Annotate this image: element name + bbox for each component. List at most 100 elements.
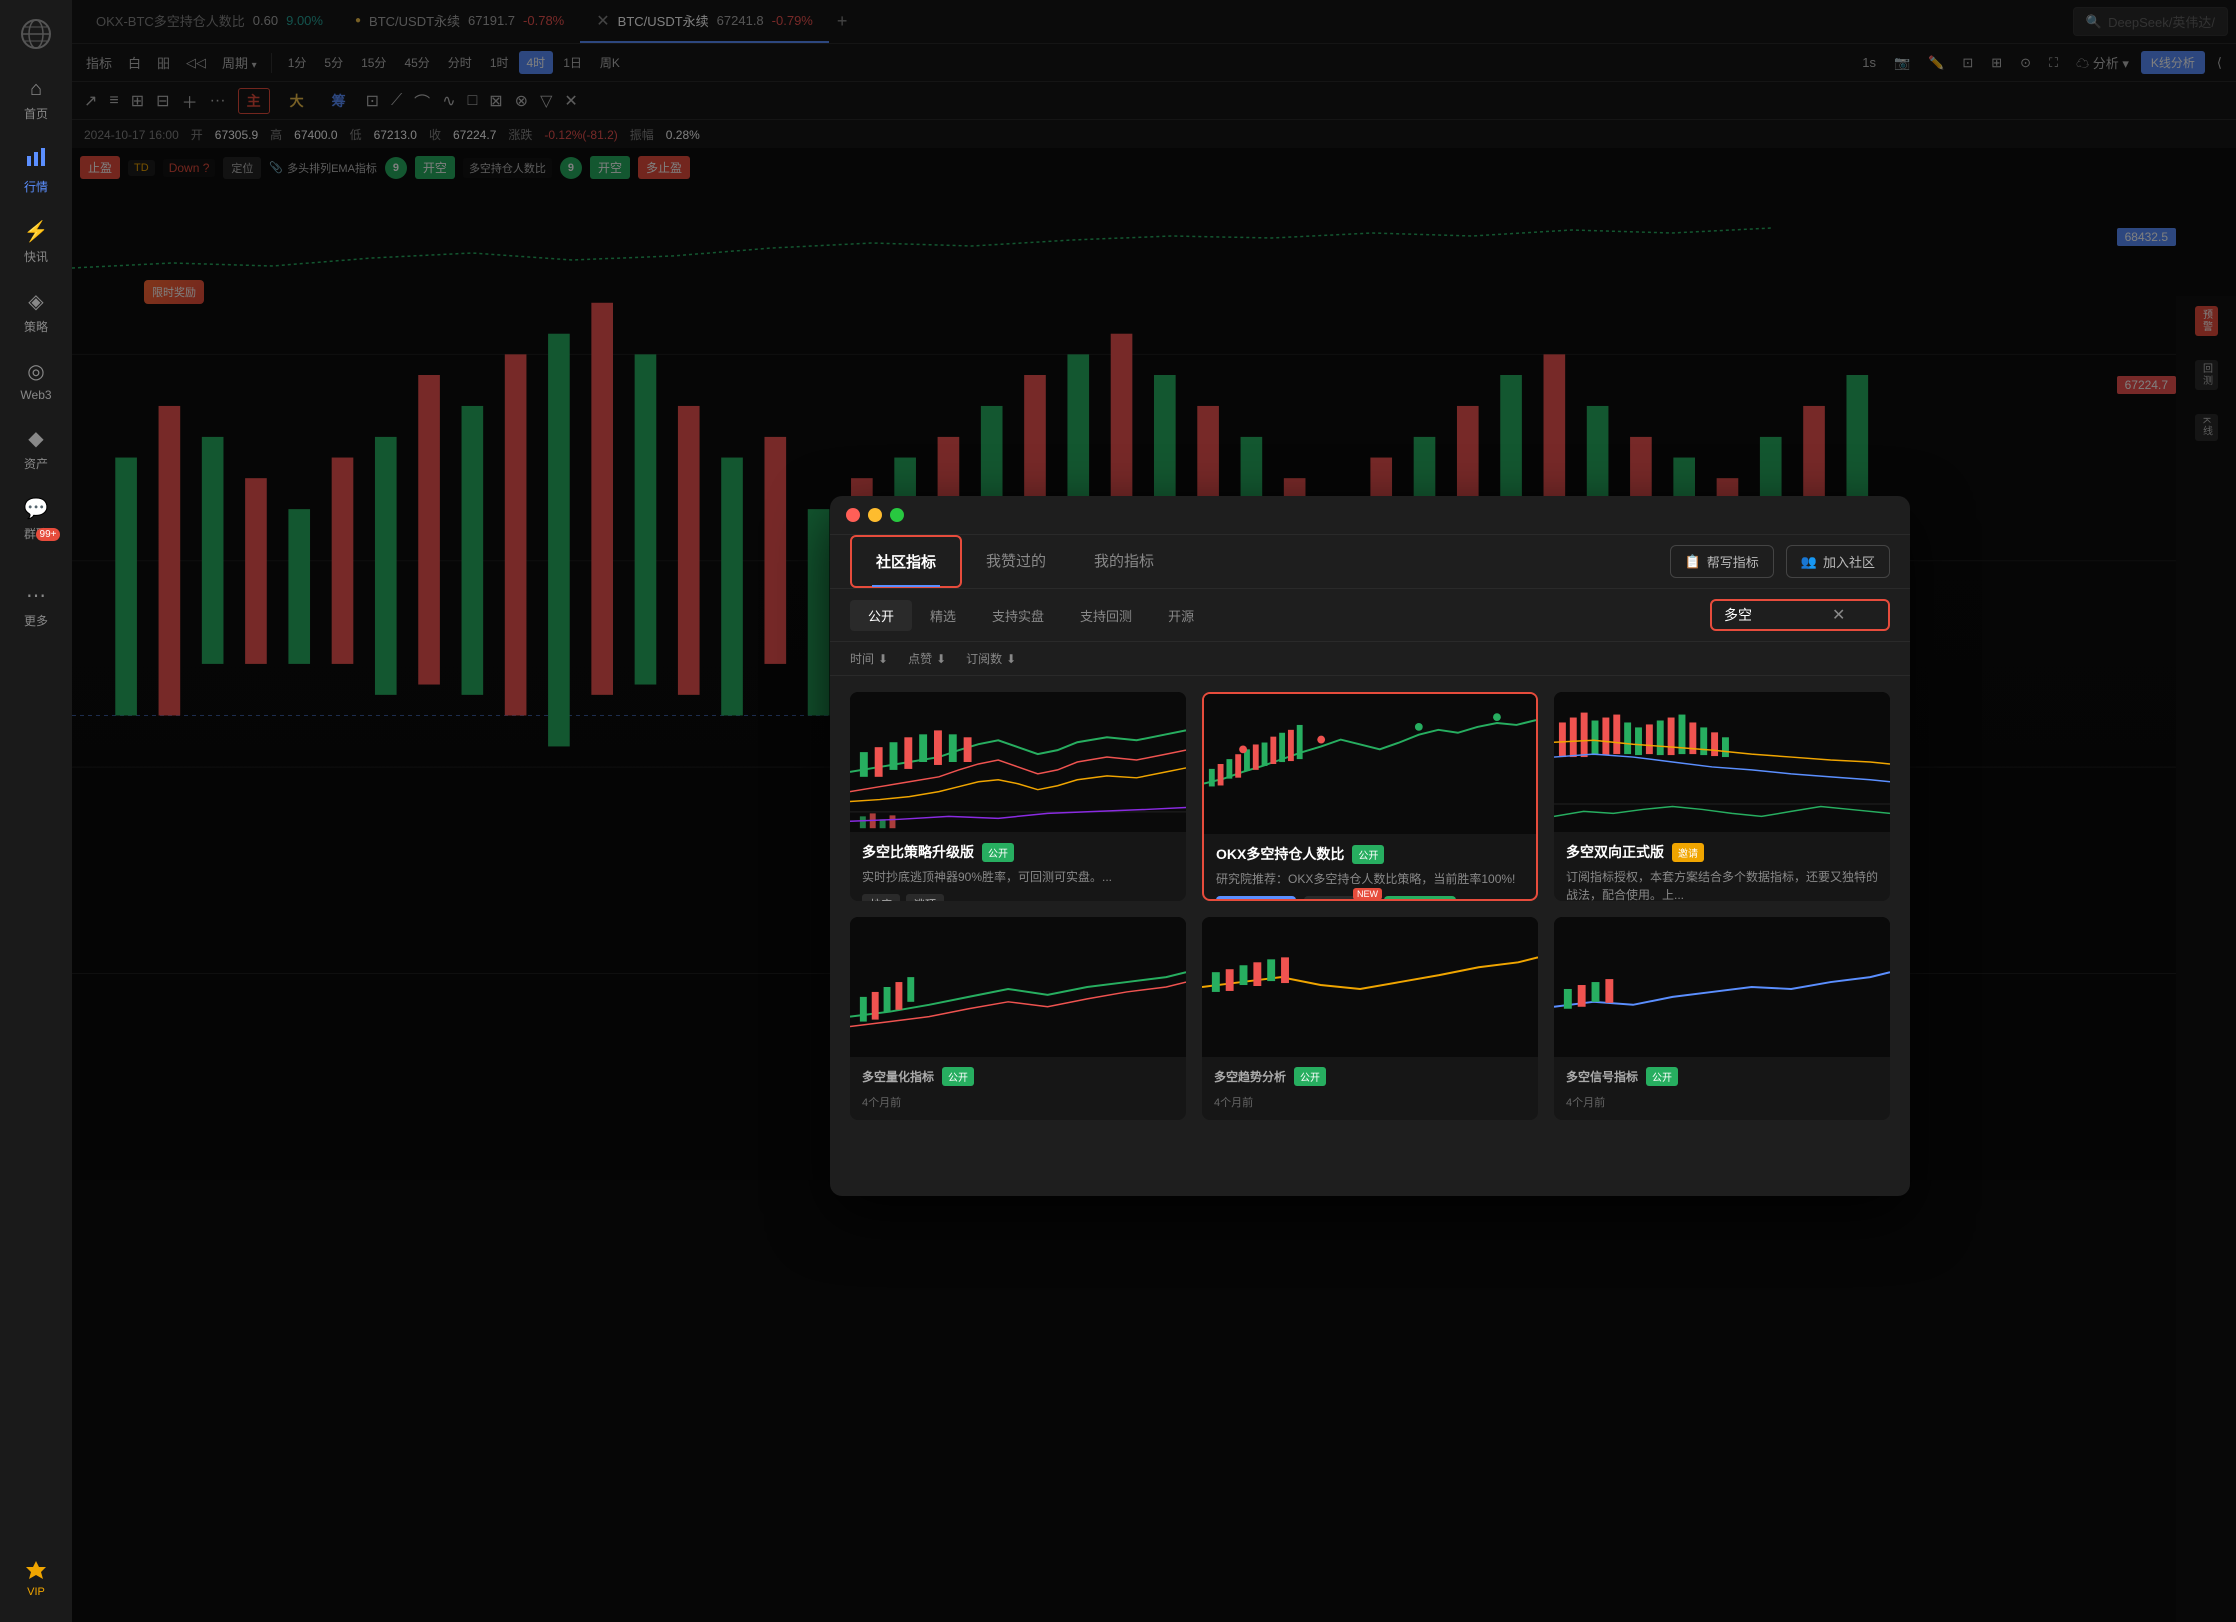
sort-bar: 时间 ⬇ 点赞 ⬇ 订阅数 ⬇ [830,642,1910,676]
card4-badge: 公开 [942,1067,974,1086]
news-icon: ⚡ [24,219,49,244]
sort-likes-label: 点赞 [908,650,932,667]
card-strategy-upgrade[interactable]: 多空比策略升级版 公开 实时抄底逃顶神器90%胜率，可回测可实盘。... 抄底 … [850,692,1186,901]
card4-meta: 4个月前 [862,1094,901,1110]
sort-by-subs[interactable]: 订阅数 ⬇ [966,650,1016,667]
card1-tag-2: 逃顶 [906,894,944,901]
live-run-btn[interactable]: 实盘运行 [1384,896,1456,901]
card6-title: 多空信号指标 [1566,1068,1638,1085]
card3-thumb [1554,692,1890,832]
sidebar-label-news: 快讯 [24,248,48,265]
new-badge-icon: NEW [1353,888,1382,900]
card-dual-direction[interactable]: 多空双向正式版 邀请 订阅指标授权，本套方案结合多个数据指标，还要又独特的战法，… [1554,692,1890,901]
tab-mine-label: 我的指标 [1094,553,1154,570]
chat-badge: 99+ [36,528,61,541]
card2-thumb [1204,694,1536,834]
card1-badge: 公开 [982,843,1014,862]
sort-by-time[interactable]: 时间 ⬇ [850,650,888,667]
card4-info: 多空量化指标 公开 4个月前 [850,1057,1186,1120]
filter-backtest[interactable]: 支持回测 [1062,600,1150,631]
sidebar-label-more: 更多 [24,612,48,629]
card-row2-3[interactable]: 多空信号指标 公开 4个月前 [1554,917,1890,1120]
card5-meta: 4个月前 [1214,1094,1253,1110]
globe-icon[interactable] [12,10,60,58]
show-kline-btn[interactable]: 显示到K线 [1216,896,1296,901]
card4-footer: 4个月前 [862,1094,1174,1110]
card5-title-row: 多空趋势分析 公开 [1214,1067,1526,1086]
market-icon [25,146,47,174]
modal-tab-community[interactable]: 社区指标 [850,535,962,588]
card3-desc: 订阅指标授权，本套方案结合多个数据指标，还要又独特的战法，配合使用。上... [1566,868,1878,901]
chat-icon: 💬 [24,496,49,521]
filter-search-box[interactable]: ✕ [1710,599,1890,631]
card5-title: 多空趋势分析 [1214,1068,1286,1085]
card6-info: 多空信号指标 公开 4个月前 [1554,1057,1890,1120]
strategy-icon: ◈ [28,289,43,314]
card6-meta: 4个月前 [1566,1094,1605,1110]
modal-overlay[interactable]: 社区指标 我赞过的 我的指标 📋 帮写指标 👥 加入社区 公开 [72,0,2236,1622]
modal-action-btns: 📋 帮写指标 👥 加入社区 [1670,545,1890,578]
sidebar-item-news[interactable]: ⚡ 快讯 [0,207,72,277]
modal-tab-mine[interactable]: 我的指标 [1070,536,1178,587]
sidebar-label-assets: 资产 [24,455,48,472]
sidebar-item-market[interactable]: 行情 [0,134,72,207]
sidebar: ⌂ 首页 行情 ⚡ 快讯 ◈ 策略 ◎ Web3 ◆ 资产 💬 群聊 99+ ⋯… [0,0,72,1622]
sidebar-item-assets[interactable]: ◆ 资产 [0,414,72,484]
card1-tag-1: 抄底 [862,894,900,901]
sidebar-item-more[interactable]: ⋯ 更多 [0,571,72,641]
maximize-window-btn[interactable] [890,508,904,522]
card4-thumb [850,917,1186,1057]
card2-title: OKX多空持仓人数比 [1216,844,1344,864]
card-okx-ratio[interactable]: OKX多空持仓人数比 公开 研究院推荐：OKX多空持仓人数比策略，当前胜率100… [1202,692,1538,901]
card2-badge: 公开 [1352,845,1384,864]
sidebar-label-market: 行情 [24,178,48,195]
join-icon: 👥 [1801,554,1817,570]
card2-title-row: OKX多空持仓人数比 公开 [1216,844,1524,864]
tab-community-label: 社区指标 [876,554,936,571]
modal-titlebar [830,496,1910,535]
card6-badge: 公开 [1646,1067,1678,1086]
card6-footer: 4个月前 [1566,1094,1878,1110]
sidebar-item-strategy[interactable]: ◈ 策略 [0,277,72,347]
indicator-modal: 社区指标 我赞过的 我的指标 📋 帮写指标 👥 加入社区 公开 [830,496,1910,1196]
vip-section[interactable]: VIP [24,1558,48,1598]
sort-subs-label: 订阅数 [966,650,1002,667]
card1-tags: 抄底 逃顶 [862,894,1174,901]
sort-likes-arrow: ⬇ [936,652,946,666]
card5-footer: 4个月前 [1214,1094,1526,1110]
card1-title: 多空比策略升级版 [862,842,974,862]
card-row2-2[interactable]: 多空趋势分析 公开 4个月前 [1202,917,1538,1120]
filter-public[interactable]: 公开 [850,600,912,631]
sort-subs-arrow: ⬇ [1006,652,1016,666]
card-row2-1[interactable]: 多空量化指标 公开 4个月前 [850,917,1186,1120]
filter-featured[interactable]: 精选 [912,600,974,631]
card5-badge: 公开 [1294,1067,1326,1086]
minimize-window-btn[interactable] [868,508,882,522]
join-community-label: 加入社区 [1823,552,1875,571]
filter-opensource[interactable]: 开源 [1150,600,1212,631]
sort-by-likes[interactable]: 点赞 ⬇ [908,650,946,667]
sidebar-item-web3[interactable]: ◎ Web3 [0,347,72,414]
card1-info: 多空比策略升级版 公开 实时抄底逃顶神器90%胜率，可回测可实盘。... 抄底 … [850,832,1186,901]
vip-label: VIP [27,1586,45,1598]
close-window-btn[interactable] [846,508,860,522]
search-input[interactable] [1724,607,1824,623]
card2-desc: 研究院推荐：OKX多空持仓人数比策略，当前胜率100%! [1216,870,1524,888]
sidebar-item-home[interactable]: ⌂ 首页 [0,66,72,134]
card1-title-row: 多空比策略升级版 公开 [862,842,1174,862]
card3-title-row: 多空双向正式版 邀请 [1566,842,1878,862]
assets-icon: ◆ [28,426,43,451]
card1-thumb [850,692,1186,832]
card6-title-row: 多空信号指标 公开 [1566,1067,1878,1086]
card2-info: OKX多空持仓人数比 公开 研究院推荐：OKX多空持仓人数比策略，当前胜率100… [1204,834,1536,901]
search-clear-btn[interactable]: ✕ [1832,605,1845,625]
filter-live[interactable]: 支持实盘 [974,600,1062,631]
sidebar-item-chat[interactable]: 💬 群聊 99+ [0,484,72,571]
backtest-btn[interactable]: 指标回测 NEW [1304,896,1376,901]
card4-title: 多空量化指标 [862,1068,934,1085]
modal-tab-liked[interactable]: 我赞过的 [962,536,1070,587]
card4-title-row: 多空量化指标 公开 [862,1067,1174,1086]
write-icon: 📋 [1685,554,1701,570]
join-community-btn[interactable]: 👥 加入社区 [1786,545,1890,578]
write-indicator-btn[interactable]: 📋 帮写指标 [1670,545,1774,578]
